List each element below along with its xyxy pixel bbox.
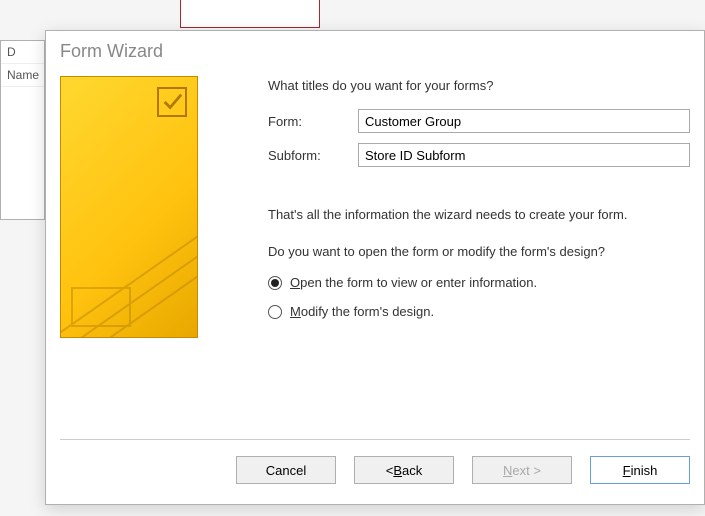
background-row: Name (1, 64, 44, 87)
background-panel: D Name (0, 40, 45, 220)
back-button[interactable]: < Back (354, 456, 454, 484)
background-toolbar-box (180, 0, 320, 28)
subform-title-input[interactable] (358, 143, 690, 167)
info-text-complete: That's all the information the wizard ne… (268, 207, 690, 222)
next-button: Next > (472, 456, 572, 484)
checkmark-icon (157, 87, 187, 117)
option-open-form[interactable]: Open the form to view or enter informati… (268, 275, 690, 290)
dialog-title: Form Wizard (46, 31, 704, 68)
option-open-label: Open the form to view or enter informati… (290, 275, 537, 290)
form-title-input[interactable] (358, 109, 690, 133)
finish-button[interactable]: Finish (590, 456, 690, 484)
background-row: D (1, 41, 44, 64)
form-wizard-dialog: Form Wizard What titles do you want for … (45, 30, 705, 505)
titles-question: What titles do you want for your forms? (268, 78, 690, 93)
form-label: Form: (268, 114, 358, 129)
option-modify-label: Modify the form's design. (290, 304, 434, 319)
radio-icon (268, 276, 282, 290)
wizard-button-row: Cancel < Back Next > Finish (46, 440, 704, 504)
option-modify-design[interactable]: Modify the form's design. (268, 304, 690, 319)
open-or-modify-question: Do you want to open the form or modify t… (268, 244, 690, 259)
radio-icon (268, 305, 282, 319)
cancel-button[interactable]: Cancel (236, 456, 336, 484)
subform-label: Subform: (268, 148, 358, 163)
wizard-illustration (60, 76, 240, 439)
